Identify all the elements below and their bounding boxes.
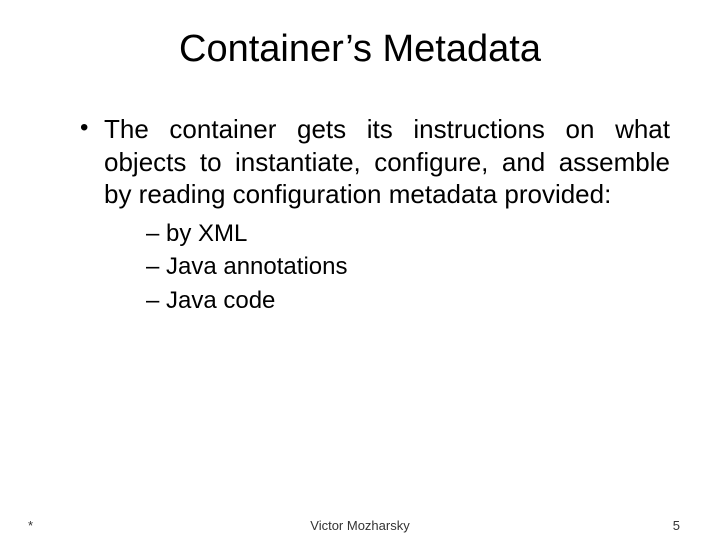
footer-author: Victor Mozharsky	[0, 518, 720, 533]
sub-item: by XML	[146, 217, 670, 251]
sub-list: by XML Java annotations Java code	[104, 217, 670, 318]
bullet-list: The container gets its instructions on w…	[50, 113, 670, 317]
footer-page-number: 5	[673, 518, 680, 533]
sub-item: Java code	[146, 284, 670, 318]
bullet-item: The container gets its instructions on w…	[80, 113, 670, 317]
slide-title: Container’s Metadata	[50, 28, 670, 71]
bullet-text: The container gets its instructions on w…	[104, 114, 670, 209]
slide-content: The container gets its instructions on w…	[50, 113, 670, 317]
sub-item: Java annotations	[146, 250, 670, 284]
slide: Container’s Metadata The container gets …	[0, 0, 720, 540]
